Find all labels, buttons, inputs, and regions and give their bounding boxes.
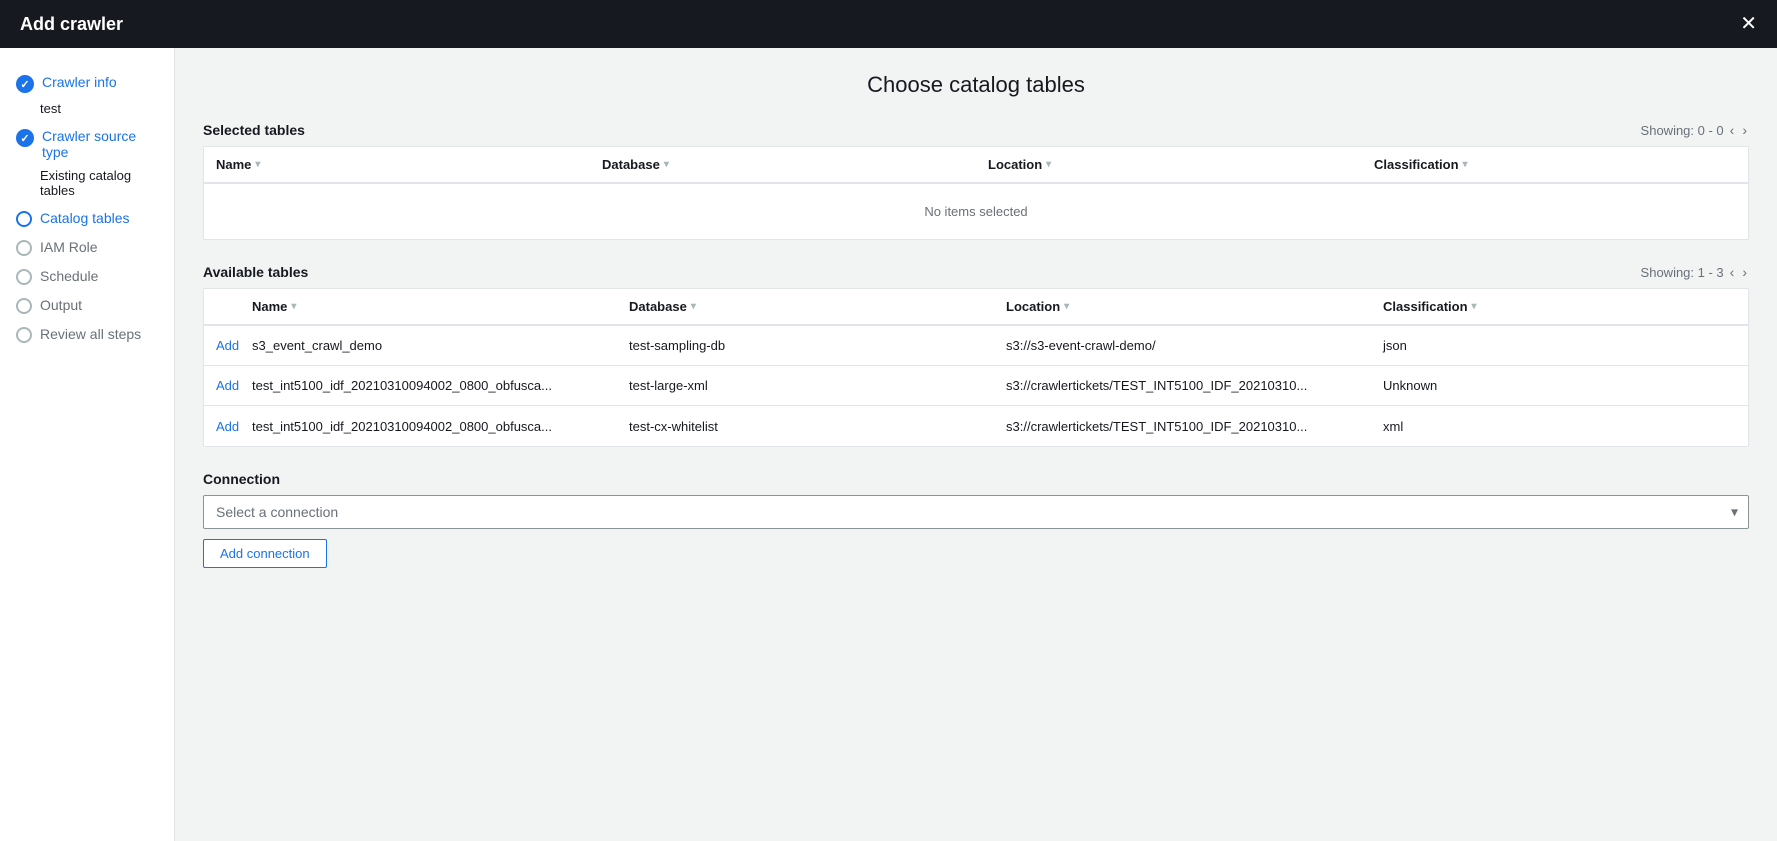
th-location-selected: Location ▾ (976, 147, 1362, 182)
sort-icon-name-selected: ▾ (255, 159, 260, 170)
classification-cell-2: xml (1371, 411, 1748, 442)
table-row: Add test_int5100_idf_20210310094002_0800… (204, 406, 1748, 446)
location-cell-0: s3://s3-event-crawl-demo/ (994, 330, 1371, 361)
location-cell-2: s3://crawlertickets/TEST_INT5100_IDF_202… (994, 411, 1371, 442)
available-next-button[interactable]: › (1740, 264, 1749, 280)
selected-tables-label: Selected tables (203, 122, 305, 138)
sidebar-sub-crawler-source-type: Existing catalog tables (0, 166, 174, 204)
sidebar-label-catalog-tables: Catalog tables (40, 210, 130, 226)
table-row: Add s3_event_crawl_demo test-sampling-db… (204, 326, 1748, 366)
add-cell-0: Add (204, 330, 240, 361)
app-header: Add crawler ✕ (0, 0, 1777, 48)
sort-icon-classification-selected: ▾ (1463, 159, 1468, 170)
th-location-available: Location ▾ (994, 289, 1371, 324)
selected-tables-wrapper: Name ▾ Database ▾ Location ▾ Classificat… (203, 146, 1749, 240)
add-link-2[interactable]: Add (216, 419, 239, 434)
add-link-1[interactable]: Add (216, 378, 239, 393)
page-title: Choose catalog tables (203, 72, 1749, 98)
database-cell-0: test-sampling-db (617, 330, 994, 361)
th-database-selected: Database ▾ (590, 147, 976, 182)
check-icon-crawler-info: ✓ (16, 75, 34, 93)
classification-cell-1: Unknown (1371, 370, 1748, 401)
main-content: Choose catalog tables Selected tables Sh… (175, 48, 1777, 841)
available-tables-showing: Showing: 1 - 3 ‹ › (1641, 264, 1749, 280)
sidebar: ✓ Crawler info test ✓ Crawler source typ… (0, 48, 175, 841)
sort-icon-location-available: ▾ (1064, 301, 1069, 312)
sidebar-item-crawler-info[interactable]: ✓ Crawler info (0, 68, 174, 99)
classification-cell-0: json (1371, 330, 1748, 361)
available-table-header: Name ▾ Database ▾ Location ▾ Classificat… (204, 289, 1748, 326)
selected-tables-showing: Showing: 0 - 0 ‹ › (1641, 122, 1749, 138)
selected-tables-count: Showing: 0 - 0 (1641, 123, 1724, 138)
database-cell-1: test-large-xml (617, 370, 994, 401)
circle-icon-catalog-tables (16, 211, 32, 227)
circle-icon-schedule (16, 269, 32, 285)
sidebar-item-iam-role[interactable]: IAM Role (0, 233, 174, 262)
th-add-col (204, 289, 240, 324)
th-classification-available: Classification ▾ (1371, 289, 1748, 324)
sidebar-item-output[interactable]: Output (0, 291, 174, 320)
sidebar-label-schedule: Schedule (40, 268, 98, 284)
sidebar-item-review-all-steps[interactable]: Review all steps (0, 320, 174, 349)
circle-icon-review-all-steps (16, 327, 32, 343)
th-database-available: Database ▾ (617, 289, 994, 324)
available-tables-wrapper: Name ▾ Database ▾ Location ▾ Classificat… (203, 288, 1749, 447)
location-cell-1: s3://crawlertickets/TEST_INT5100_IDF_202… (994, 370, 1371, 401)
selected-empty-row: No items selected (204, 184, 1748, 239)
sidebar-label-crawler-info: Crawler info (42, 74, 117, 90)
sidebar-label-crawler-source-type: Crawler source type (42, 128, 158, 160)
sort-icon-classification-available: ▾ (1472, 301, 1477, 312)
selected-table-header: Name ▾ Database ▾ Location ▾ Classificat… (204, 147, 1748, 184)
add-cell-1: Add (204, 370, 240, 401)
selected-next-button[interactable]: › (1740, 122, 1749, 138)
sidebar-item-catalog-tables[interactable]: Catalog tables (0, 204, 174, 233)
close-button[interactable]: ✕ (1740, 14, 1757, 34)
available-tables-header: Available tables Showing: 1 - 3 ‹ › (203, 264, 1749, 280)
available-prev-button[interactable]: ‹ (1728, 264, 1737, 280)
selected-empty-text: No items selected (204, 184, 1748, 239)
selected-tables-header: Selected tables Showing: 0 - 0 ‹ › (203, 122, 1749, 138)
sidebar-sub-crawler-info: test (0, 99, 174, 122)
available-tables-count: Showing: 1 - 3 (1641, 265, 1724, 280)
sidebar-item-crawler-source-type[interactable]: ✓ Crawler source type (0, 122, 174, 166)
th-name-available: Name ▾ (240, 289, 617, 324)
sidebar-label-review-all-steps: Review all steps (40, 326, 141, 342)
connection-label: Connection (203, 471, 1749, 487)
selected-prev-button[interactable]: ‹ (1728, 122, 1737, 138)
available-tables-label: Available tables (203, 264, 308, 280)
sort-icon-name-available: ▾ (291, 301, 296, 312)
table-row: Add test_int5100_idf_20210310094002_0800… (204, 366, 1748, 406)
add-link-0[interactable]: Add (216, 338, 239, 353)
connection-select-wrapper: Select a connection ▾ (203, 495, 1749, 529)
add-connection-button[interactable]: Add connection (203, 539, 327, 568)
name-cell-0: s3_event_crawl_demo (240, 330, 617, 361)
circle-icon-iam-role (16, 240, 32, 256)
th-name-selected: Name ▾ (204, 147, 590, 182)
circle-icon-output (16, 298, 32, 314)
main-layout: ✓ Crawler info test ✓ Crawler source typ… (0, 48, 1777, 841)
connection-select[interactable]: Select a connection (204, 496, 1748, 528)
sidebar-label-iam-role: IAM Role (40, 239, 98, 255)
sort-icon-database-available: ▾ (691, 301, 696, 312)
name-cell-2: test_int5100_idf_20210310094002_0800_obf… (240, 411, 617, 442)
sidebar-item-schedule[interactable]: Schedule (0, 262, 174, 291)
add-cell-2: Add (204, 411, 240, 442)
sidebar-label-output: Output (40, 297, 82, 313)
database-cell-2: test-cx-whitelist (617, 411, 994, 442)
sort-icon-database-selected: ▾ (664, 159, 669, 170)
name-cell-1: test_int5100_idf_20210310094002_0800_obf… (240, 370, 617, 401)
check-icon-crawler-source-type: ✓ (16, 129, 34, 147)
sort-icon-location-selected: ▾ (1046, 159, 1051, 170)
th-classification-selected: Classification ▾ (1362, 147, 1748, 182)
app-title: Add crawler (20, 14, 123, 35)
